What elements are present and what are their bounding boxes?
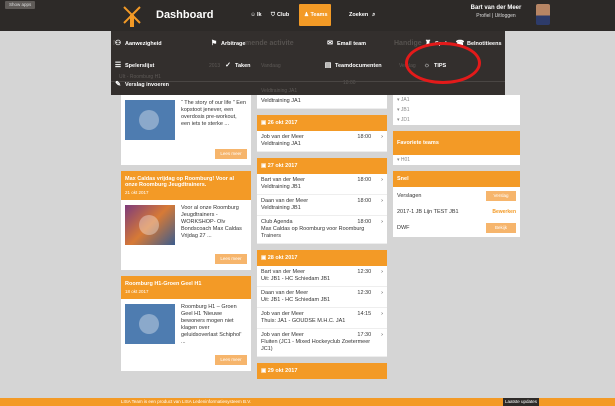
menu-item-arbitrage[interactable]: ⚑ Arbitrage bbox=[209, 35, 246, 52]
menu-item-aanwezigheid[interactable]: ⚇ Aanwezigheid bbox=[113, 35, 162, 52]
news-title[interactable]: Max Caldas vrijdag op Roomburg! Voor al … bbox=[121, 171, 251, 200]
activities-column: Veldtraining JA1 ▣ 26 okt 2017 Job van d… bbox=[257, 95, 387, 385]
activity-item[interactable]: Job van der Meer 17:30 › Fluiten (JC1 - Mi… bbox=[257, 329, 387, 357]
chevron-right-icon: › bbox=[381, 219, 383, 225]
activity-group: ▣ 29 okt 2017 bbox=[257, 363, 387, 379]
team-row[interactable]: ▾ H01 bbox=[393, 155, 520, 165]
search-icon: ⌕ bbox=[372, 12, 376, 18]
activity-group: Veldtraining JA1 bbox=[257, 95, 387, 109]
news-date: 18 okt 2017 bbox=[125, 289, 149, 294]
chevron-right-icon: › bbox=[381, 311, 383, 317]
nav-club[interactable]: ⛉ Club bbox=[269, 9, 289, 22]
avatar[interactable] bbox=[536, 4, 550, 25]
activity-item[interactable]: Daan van der Meer 12:30 › Uit: JB1 - HC Sc… bbox=[257, 287, 387, 308]
activity-group: ▣ 27 okt 2017 Bart van der Meer 18:00 › Ve… bbox=[257, 158, 387, 244]
activity-group: ▣ 26 okt 2017 Job van der Meer 18:00 › Vel… bbox=[257, 115, 387, 152]
chevron-right-icon: › bbox=[381, 198, 383, 204]
user-name: Bart van der Meer bbox=[470, 5, 522, 11]
news-card: “ The story of our life ” Een kopstoot j… bbox=[121, 95, 251, 165]
menu-item-spelerslijst[interactable]: ☰ Spelerslijst bbox=[113, 57, 155, 74]
nav-ik[interactable]: ☺Ik bbox=[249, 9, 261, 22]
activity-item[interactable]: Daan van der Meer 18:00 › Veldtraining JB1 bbox=[257, 195, 387, 216]
team-row[interactable]: ▾ JB1 bbox=[393, 105, 520, 115]
shield-icon: ⛉ bbox=[270, 12, 276, 18]
snel-action-button[interactable]: Bekijk bbox=[486, 223, 516, 233]
edit-link[interactable]: Bewerken bbox=[492, 209, 516, 215]
latest-updates-button[interactable]: Laatste updates bbox=[503, 398, 539, 406]
snel-action-button[interactable]: Verslag bbox=[486, 191, 516, 201]
activity-item[interactable]: Club Agenda 18:00 › Max Caldas op Roomburg… bbox=[257, 216, 387, 244]
footer: LISA Team is een product van LISA Ledeni… bbox=[0, 398, 615, 406]
teams-dropdown-menu: Ni mende activite Handige UIt - Roomburg… bbox=[111, 31, 505, 95]
read-more-button[interactable]: Lees meer bbox=[215, 149, 247, 159]
menu-item-taken[interactable]: ✓ Taken bbox=[223, 57, 250, 74]
snel-row: 2017-1 JB Lijn TEST JB1 Bewerken bbox=[397, 209, 516, 215]
snel-row: DWF Bekijk bbox=[393, 219, 520, 237]
favorite-teams-title: Favoriete teams bbox=[393, 131, 520, 155]
person-icon: ☺ bbox=[250, 12, 256, 18]
news-card: Max Caldas vrijdag op Roomburg! Voor al … bbox=[121, 171, 251, 270]
activity-date-header: ▣ 26 okt 2017 bbox=[257, 115, 387, 131]
user-menu[interactable]: Bart van der Meer Profiel | Uitloggen bbox=[461, 5, 531, 19]
list-icon: ☰ bbox=[114, 62, 122, 69]
favorite-teams-panel: Favoriete teams ▾ H01 bbox=[393, 131, 520, 165]
document-icon: ▤ bbox=[324, 62, 332, 69]
windmill-logo-icon[interactable] bbox=[121, 4, 143, 28]
hockey-player-icon bbox=[125, 100, 175, 140]
news-card: Roomburg H1-Groen Geel H1 18 okt 2017 Ro… bbox=[121, 276, 251, 371]
snel-panel: Snel Verslagen Verslag 2017-1 JB Lijn TE… bbox=[393, 171, 520, 237]
team-row[interactable]: ▾ JA1 bbox=[393, 95, 520, 105]
snel-title: Snel bbox=[393, 171, 520, 187]
read-more-button[interactable]: Lees meer bbox=[215, 254, 247, 264]
search-button[interactable]: Zoeken ⌕ bbox=[349, 9, 378, 22]
menu-item-teamdocumenten[interactable]: ▤ Teamdocumenten bbox=[323, 57, 382, 74]
snel-row: Verslagen Verslag bbox=[393, 187, 520, 205]
activity-item[interactable]: Job van der Meer 14:15 › Thuis: JA1 - GOUD… bbox=[257, 308, 387, 329]
menu-item-verslag-invoeren[interactable]: ✎ Verslag invoeren bbox=[113, 76, 169, 93]
activity-date-header: ▣ 27 okt 2017 bbox=[257, 158, 387, 174]
news-title[interactable]: Roomburg H1-Groen Geel H1 18 okt 2017 bbox=[121, 276, 251, 299]
news-column: “ The story of our life ” Een kopstoot j… bbox=[121, 95, 251, 377]
activity-item[interactable]: Veldtraining JA1 bbox=[257, 95, 387, 109]
chevron-right-icon: › bbox=[381, 177, 383, 183]
highlight-circle bbox=[405, 42, 481, 84]
check-icon: ✓ bbox=[225, 62, 231, 69]
whistle-icon: ⚑ bbox=[210, 40, 218, 47]
nav-teams[interactable]: ♟ Teams bbox=[299, 4, 331, 26]
page-title: Dashboard bbox=[156, 9, 214, 21]
handige-column: ▾ JA1 ▾ JB1 ▾ JD1 Favoriete teams ▾ H01 … bbox=[393, 95, 520, 243]
news-excerpt: Voor al onze Roomburg Jeugdtrainers - WO… bbox=[181, 205, 242, 239]
activity-date-header: ▣ 28 okt 2017 bbox=[257, 250, 387, 266]
read-more-button[interactable]: Lees meer bbox=[215, 355, 247, 365]
activity-item[interactable]: Bart van der Meer 18:00 › Veldtraining JB1 bbox=[257, 174, 387, 195]
menu-item-email-team[interactable]: ✉ Email team bbox=[325, 35, 366, 52]
profile-link[interactable]: Profiel bbox=[476, 13, 490, 19]
footer-text: LISA Team is een product van LISA Ledeni… bbox=[121, 399, 252, 404]
activity-item[interactable]: Job van der Meer 18:00 › Veldtraining JA1 bbox=[257, 131, 387, 152]
news-excerpt: “ The story of our life ” Een kopstoot j… bbox=[181, 100, 247, 127]
chevron-right-icon: › bbox=[381, 290, 383, 296]
chevron-right-icon: › bbox=[381, 269, 383, 275]
top-bar: Show apps Dashboard ☺Ik ⛉ Club ♟ Teams Zoe… bbox=[0, 0, 615, 31]
logout-link[interactable]: Uitloggen bbox=[495, 13, 516, 19]
show-apps-button[interactable]: Show apps bbox=[5, 1, 36, 9]
chevron-right-icon: › bbox=[381, 134, 383, 140]
activity-date-header: ▣ 29 okt 2017 bbox=[257, 363, 387, 379]
news-excerpt: Roomburg H1 – Groen Geel H1 'Nieuwe bewo… bbox=[181, 304, 242, 345]
activity-group: ▣ 28 okt 2017 Bart van der Meer 12:30 › Ui… bbox=[257, 250, 387, 357]
news-date: 21 okt 2017 bbox=[125, 190, 149, 195]
team-row[interactable]: ▾ JD1 bbox=[393, 115, 520, 125]
pencil-icon: ✎ bbox=[115, 81, 121, 88]
people-icon: ⚇ bbox=[114, 40, 122, 47]
team-list: ▾ JA1 ▾ JB1 ▾ JD1 bbox=[393, 95, 520, 125]
mail-icon: ✉ bbox=[327, 40, 333, 47]
news-photo bbox=[125, 205, 175, 245]
chevron-right-icon: › bbox=[381, 332, 383, 338]
hockey-player-icon bbox=[125, 304, 175, 344]
activity-item[interactable]: Bart van der Meer 12:30 › Uit: JB1 - HC Sc… bbox=[257, 266, 387, 287]
